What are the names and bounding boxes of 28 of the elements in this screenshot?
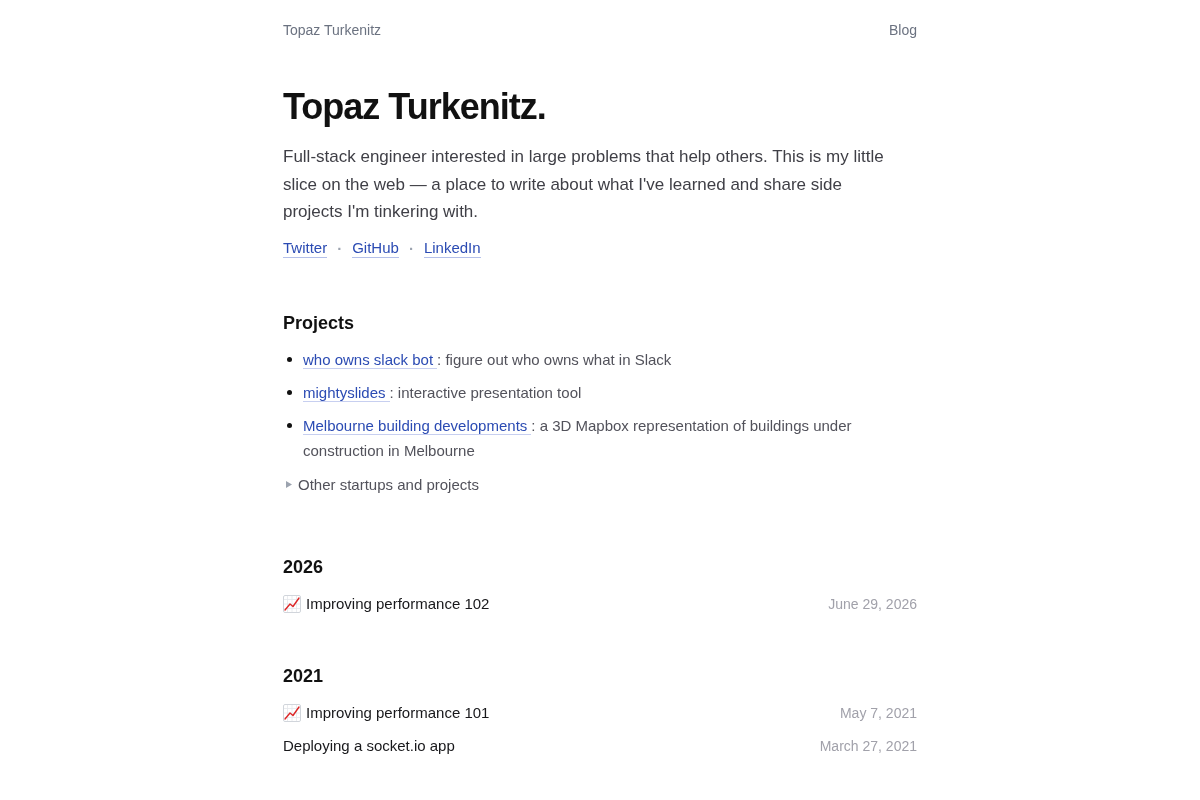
project-text: who owns slack bot : figure out who owns what in Slack [303,349,672,371]
link-separator: · [408,238,414,259]
year-heading: 2021 [283,664,325,688]
post-link[interactable]: Improving performance 101 [306,702,490,723]
year-heading: 2026 [283,555,325,579]
post-date: March 27, 2021 [819,736,917,756]
social-link[interactable]: GitHub [352,239,399,258]
site-name-link[interactable]: Topaz Turkenitz [283,21,382,39]
bullet-icon [287,356,292,362]
project-link[interactable]: mightyslides [303,383,390,402]
post-date: June 29, 2026 [828,594,917,614]
nav-link[interactable]: Blog [888,21,917,39]
bullet-icon [287,389,292,395]
bullet-icon [287,422,292,428]
post-link[interactable]: Deploying a socket.io app [283,735,455,756]
project-text: mightyslides : interactive presentation tool [303,382,582,404]
post-link[interactable]: Improving performance 102 [306,593,490,614]
bio-text: Full-stack engineer interested in large problems that help others. This is my little slice on the web — a place to write about what I've learned and share side projects I'm tinkering with. [283,146,885,223]
link-separator: · [337,238,343,259]
project-link[interactable]: who owns slack bot [303,350,438,369]
post-date: May 7, 2021 [839,703,917,723]
social-link[interactable]: Twitter [283,239,328,258]
project-text: Melbourne building developments : a 3D Mapbox representation of buildings under construction in Melbourne [303,415,853,461]
section-heading: Projects [283,311,356,335]
project-link[interactable]: Melbourne building developments [303,416,532,435]
disclosure-toggle[interactable]: Other startups and projects [283,474,479,495]
social-link[interactable]: LinkedIn [423,239,481,258]
page-title: Topaz Turkenitz. [283,85,547,129]
